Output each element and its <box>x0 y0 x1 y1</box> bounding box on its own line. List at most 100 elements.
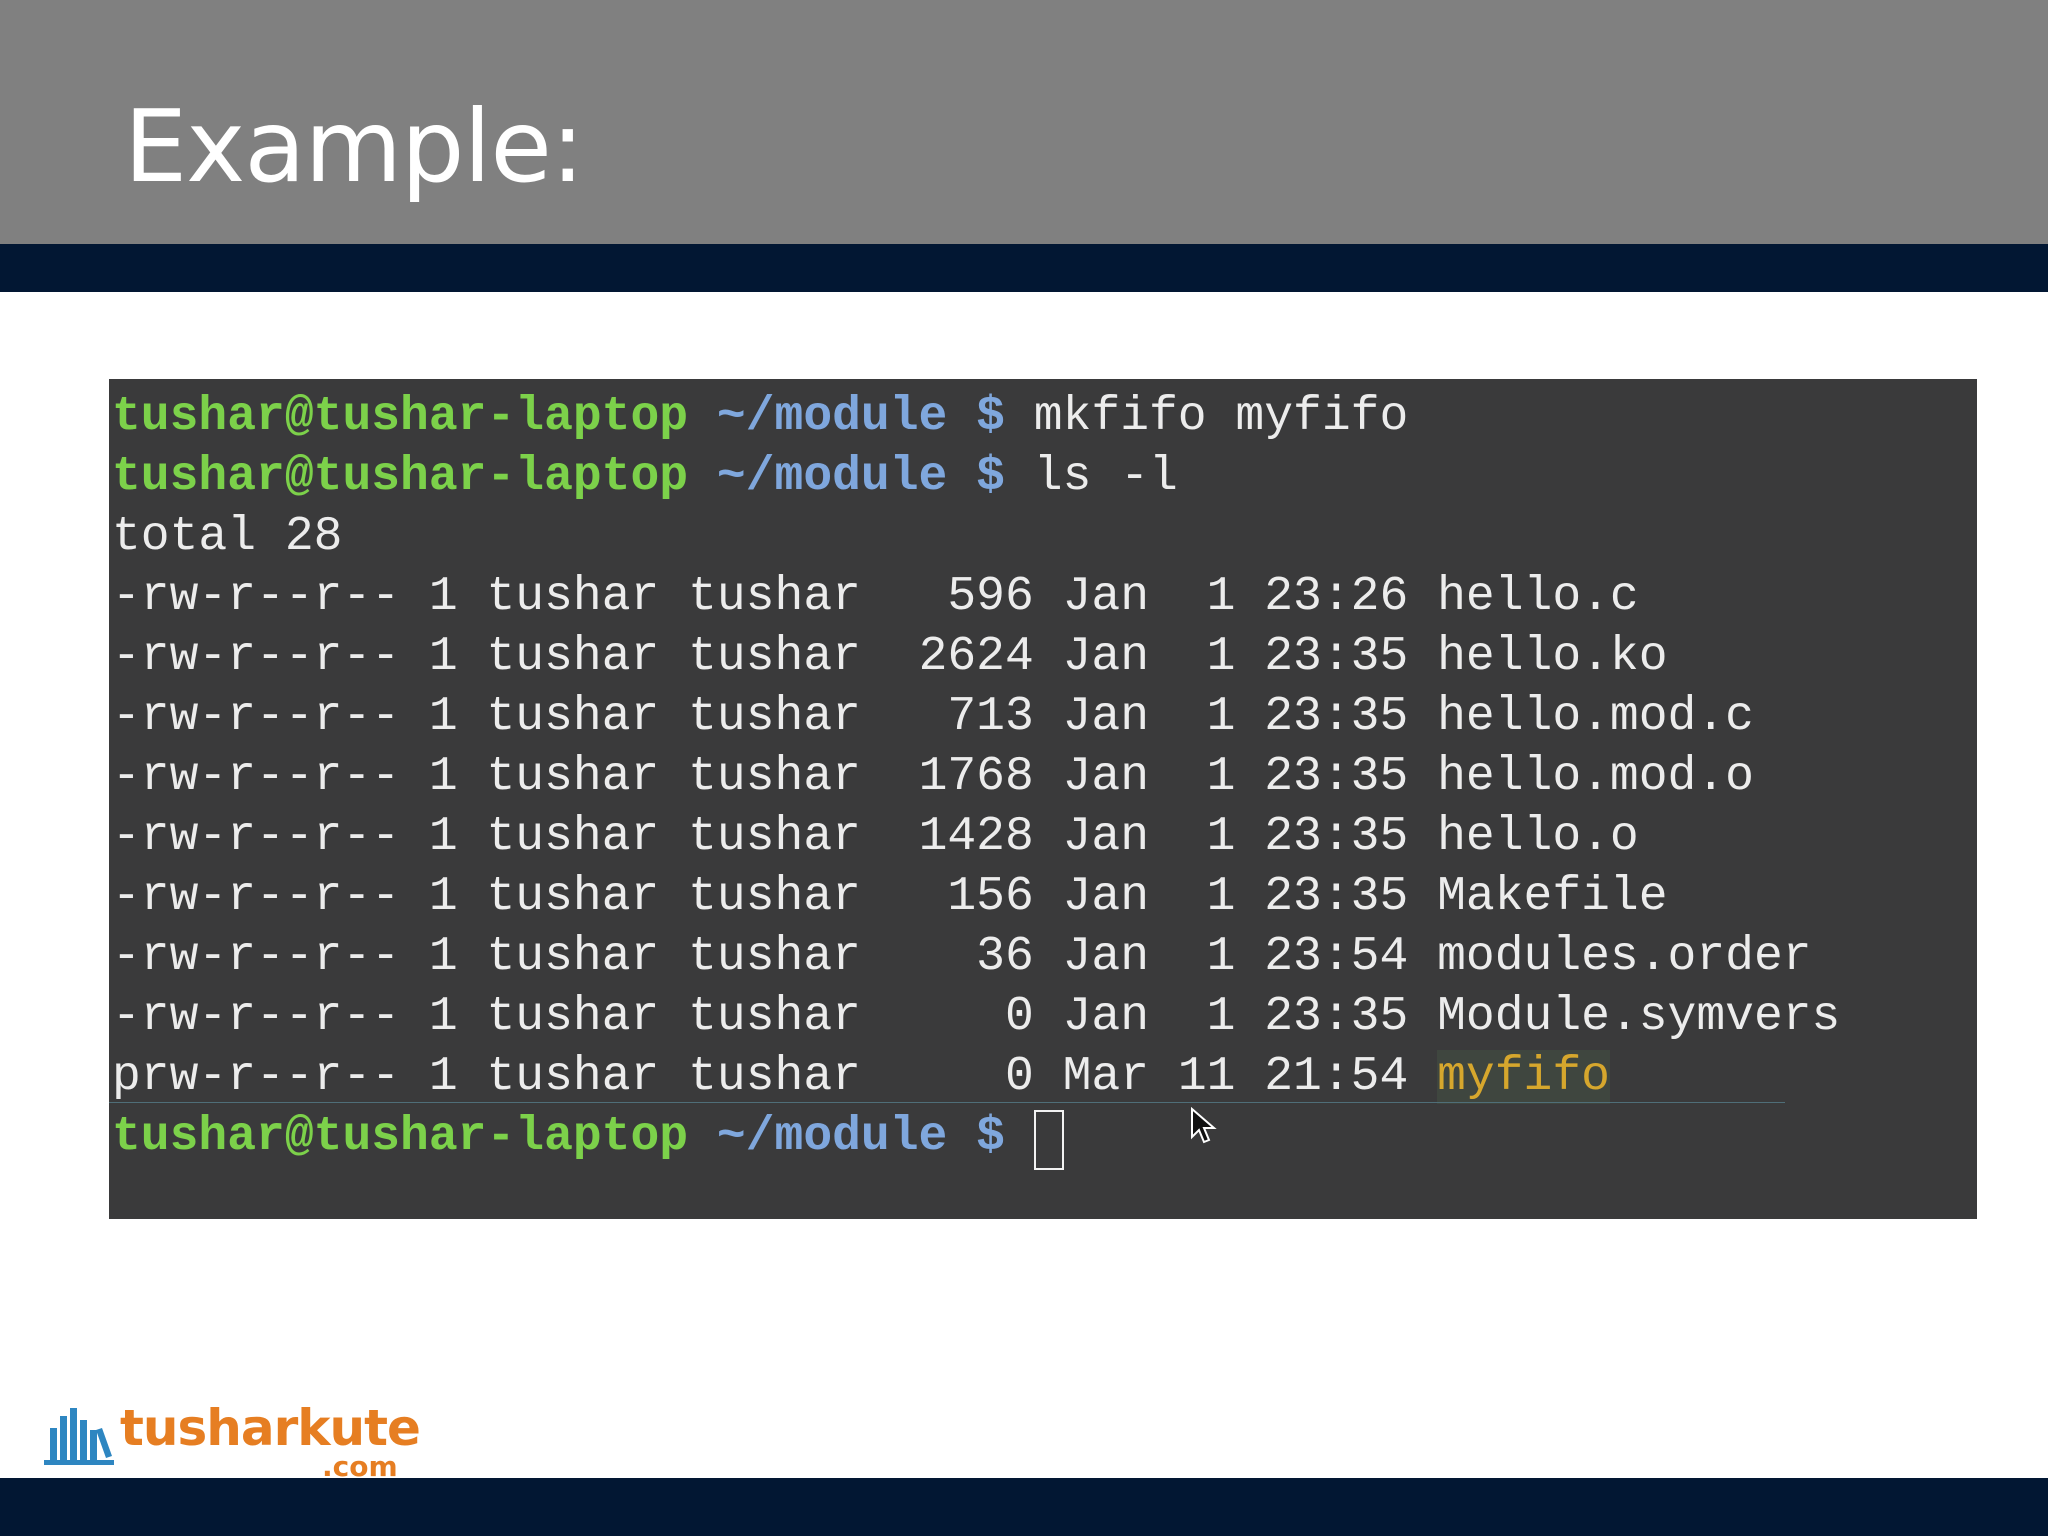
file-month: Jan <box>1062 810 1150 864</box>
prompt-symbol: $ <box>976 450 1005 504</box>
file-links: 1 <box>428 930 458 984</box>
file-month: Jan <box>1062 570 1150 624</box>
file-size: 0 <box>1004 990 1034 1044</box>
file-size: 1768 <box>918 750 1034 804</box>
file-group: tushar <box>688 870 861 924</box>
file-group: tushar <box>688 690 861 744</box>
file-group: tushar <box>688 990 861 1044</box>
file-time: 23:35 <box>1264 630 1409 684</box>
terminal-line-command-2: tushar@tushar-laptop ~/module $ ls -l <box>112 447 1178 507</box>
file-name: Makefile <box>1437 870 1668 924</box>
file-name: hello.ko <box>1437 630 1668 684</box>
total-line: total 28 <box>112 510 343 564</box>
file-group: tushar <box>688 630 861 684</box>
file-owner: tushar <box>486 690 660 744</box>
terminal-window[interactable]: tushar@tushar-laptop ~/module $ mkfifo m… <box>109 379 1977 1219</box>
text-cursor[interactable] <box>1033 1110 1064 1170</box>
file-month: Jan <box>1062 930 1150 984</box>
file-perms: -rw-r--r-- <box>112 690 401 744</box>
file-owner: tushar <box>486 870 660 924</box>
prompt-symbol: $ <box>976 1110 1005 1164</box>
file-month: Jan <box>1062 690 1150 744</box>
file-owner: tushar <box>486 570 660 624</box>
file-owner: tushar <box>486 1050 660 1104</box>
file-month: Jan <box>1062 630 1150 684</box>
file-group: tushar <box>688 570 861 624</box>
file-links: 1 <box>428 870 458 924</box>
file-size: 2624 <box>918 630 1034 684</box>
file-day: 1 <box>1206 930 1236 984</box>
file-group: tushar <box>688 1050 861 1104</box>
file-size: 36 <box>976 930 1034 984</box>
terminal-line-prompt[interactable]: tushar@tushar-laptop ~/module $ <box>112 1107 1064 1170</box>
footer-band <box>0 1478 2048 1536</box>
file-day: 1 <box>1206 570 1236 624</box>
slide-title: Example: <box>124 88 585 205</box>
file-size: 1428 <box>918 810 1034 864</box>
file-month: Jan <box>1062 870 1150 924</box>
file-perms: -rw-r--r-- <box>112 810 401 864</box>
file-perms: -rw-r--r-- <box>112 630 401 684</box>
logo-wordmark: tusharkute <box>120 1399 421 1457</box>
file-group: tushar <box>688 750 861 804</box>
listing-row: -rw-r--r-- 1 tushar tushar 0 Jan 1 23:35… <box>112 987 1840 1047</box>
prompt-user: tushar@tushar-laptop <box>112 450 689 504</box>
file-owner: tushar <box>486 810 660 864</box>
file-perms: -rw-r--r-- <box>112 990 401 1044</box>
file-time: 23:35 <box>1264 990 1409 1044</box>
listing-row: -rw-r--r-- 1 tushar tushar 1428 Jan 1 23… <box>112 807 1639 867</box>
file-owner: tushar <box>486 990 660 1044</box>
file-time: 21:54 <box>1264 1050 1409 1104</box>
listing-row: -rw-r--r-- 1 tushar tushar 2624 Jan 1 23… <box>112 627 1668 687</box>
header-band <box>0 244 2048 292</box>
file-owner: tushar <box>486 930 660 984</box>
file-links: 1 <box>428 570 458 624</box>
prompt-user: tushar@tushar-laptop <box>112 1110 689 1164</box>
file-month: Jan <box>1062 990 1150 1044</box>
file-time: 23:26 <box>1264 570 1409 624</box>
file-time: 23:35 <box>1264 690 1409 744</box>
file-time: 23:54 <box>1264 930 1409 984</box>
listing-row: -rw-r--r-- 1 tushar tushar 36 Jan 1 23:5… <box>112 927 1812 987</box>
file-day: 11 <box>1177 1050 1236 1104</box>
prompt-symbol: $ <box>976 390 1005 444</box>
file-name: hello.o <box>1437 810 1639 864</box>
listing-row: -rw-r--r-- 1 tushar tushar 596 Jan 1 23:… <box>112 567 1639 627</box>
file-name-fifo: myfifo <box>1437 1050 1610 1104</box>
file-links: 1 <box>428 690 458 744</box>
file-time: 23:35 <box>1264 750 1409 804</box>
file-size: 0 <box>1004 1050 1034 1104</box>
file-links: 1 <box>428 810 458 864</box>
file-owner: tushar <box>486 630 660 684</box>
file-group: tushar <box>688 930 861 984</box>
file-day: 1 <box>1206 690 1236 744</box>
file-perms: -rw-r--r-- <box>112 750 401 804</box>
file-size: 713 <box>947 690 1034 744</box>
listing-row: prw-r--r-- 1 tushar tushar 0 Mar 11 21:5… <box>112 1047 1610 1107</box>
file-links: 1 <box>428 1050 458 1104</box>
prompt-path: ~/module <box>716 450 948 504</box>
file-links: 1 <box>428 990 458 1044</box>
command-text: mkfifo myfifo <box>1033 390 1409 444</box>
file-day: 1 <box>1206 870 1236 924</box>
file-day: 1 <box>1206 630 1236 684</box>
file-name: modules.order <box>1437 930 1812 984</box>
file-perms: -rw-r--r-- <box>112 570 401 624</box>
file-month: Mar <box>1062 1050 1150 1104</box>
file-day: 1 <box>1206 990 1236 1044</box>
file-name: hello.mod.c <box>1437 690 1754 744</box>
prompt-user: tushar@tushar-laptop <box>112 390 689 444</box>
file-perms: prw-r--r-- <box>112 1050 401 1104</box>
file-perms: -rw-r--r-- <box>112 870 401 924</box>
file-size: 596 <box>947 570 1034 624</box>
file-group: tushar <box>688 810 861 864</box>
file-name: hello.mod.o <box>1437 750 1754 804</box>
site-logo: tusharkute .com <box>42 1398 421 1488</box>
file-month: Jan <box>1062 750 1150 804</box>
slide-header: Example: <box>0 0 2048 244</box>
mouse-pointer-icon <box>1191 1107 1217 1144</box>
file-time: 23:35 <box>1264 870 1409 924</box>
file-name: hello.c <box>1437 570 1639 624</box>
file-name: Module.symvers <box>1437 990 1841 1044</box>
file-day: 1 <box>1206 750 1236 804</box>
